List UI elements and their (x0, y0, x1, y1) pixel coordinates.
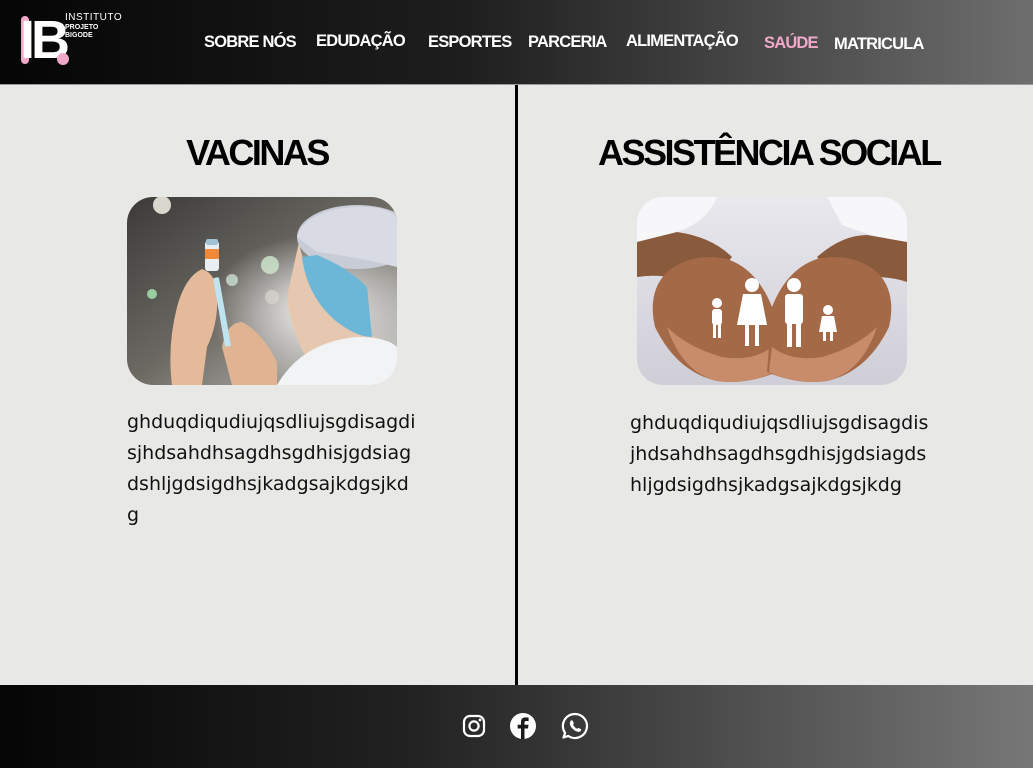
whatsapp-icon-svg (561, 712, 589, 740)
nav-item-matricula[interactable]: MATRICULA (834, 35, 924, 54)
logo-line-projeto-text: PROJETO (65, 24, 99, 31)
section-text-assistencia-social: ghduqdiqudiujqsdliujsgdisagdisjhdsahdhsa… (630, 412, 929, 496)
social-assistance-photo-illustration (637, 197, 907, 385)
facebook-icon[interactable] (508, 711, 538, 741)
section-title-vacinas: VACINAS (186, 132, 330, 173)
vaccine-photo-illustration (127, 197, 397, 385)
instagram-icon-svg (462, 714, 486, 738)
facebook-icon-svg (510, 713, 536, 739)
nav-item-alimentacao[interactable]: ALIMENTAÇÃO (626, 32, 739, 51)
instagram-icon[interactable] (459, 711, 489, 741)
logo-line-bigode-text: BIGODE (65, 32, 93, 39)
site-header: IB INSTITUTO PROJETO BIGODE SOBRE NÓS ED… (0, 0, 1033, 85)
section-title-assistencia-social: ASSISTÊNCIA SOCIAL (598, 132, 942, 173)
logo[interactable]: IB INSTITUTO PROJETO BIGODE (20, 12, 130, 72)
nav-item-parceria[interactable]: PARCERIA (528, 33, 607, 52)
whatsapp-icon[interactable] (560, 711, 590, 741)
nav-item-saude[interactable]: SAÚDE (764, 34, 819, 53)
nav-item-educacao[interactable]: EDUDAÇÃO (316, 32, 406, 51)
vaccine-photo (127, 197, 397, 385)
logo-line-projeto: PROJETO BIGODE (65, 24, 98, 40)
social-assistance-photo (637, 197, 907, 385)
logo-line-instituto: INSTITUTO (65, 12, 123, 23)
column-divider (515, 85, 518, 685)
logo-dot-decoration (57, 53, 69, 65)
nav-item-sobre-nos[interactable]: SOBRE NÓS (204, 33, 297, 52)
nav-item-esportes[interactable]: ESPORTES (428, 33, 512, 52)
section-text-vacinas: ghduqdiqudiujqsdliujsgdisagdisjhdsahdhsa… (127, 411, 416, 526)
